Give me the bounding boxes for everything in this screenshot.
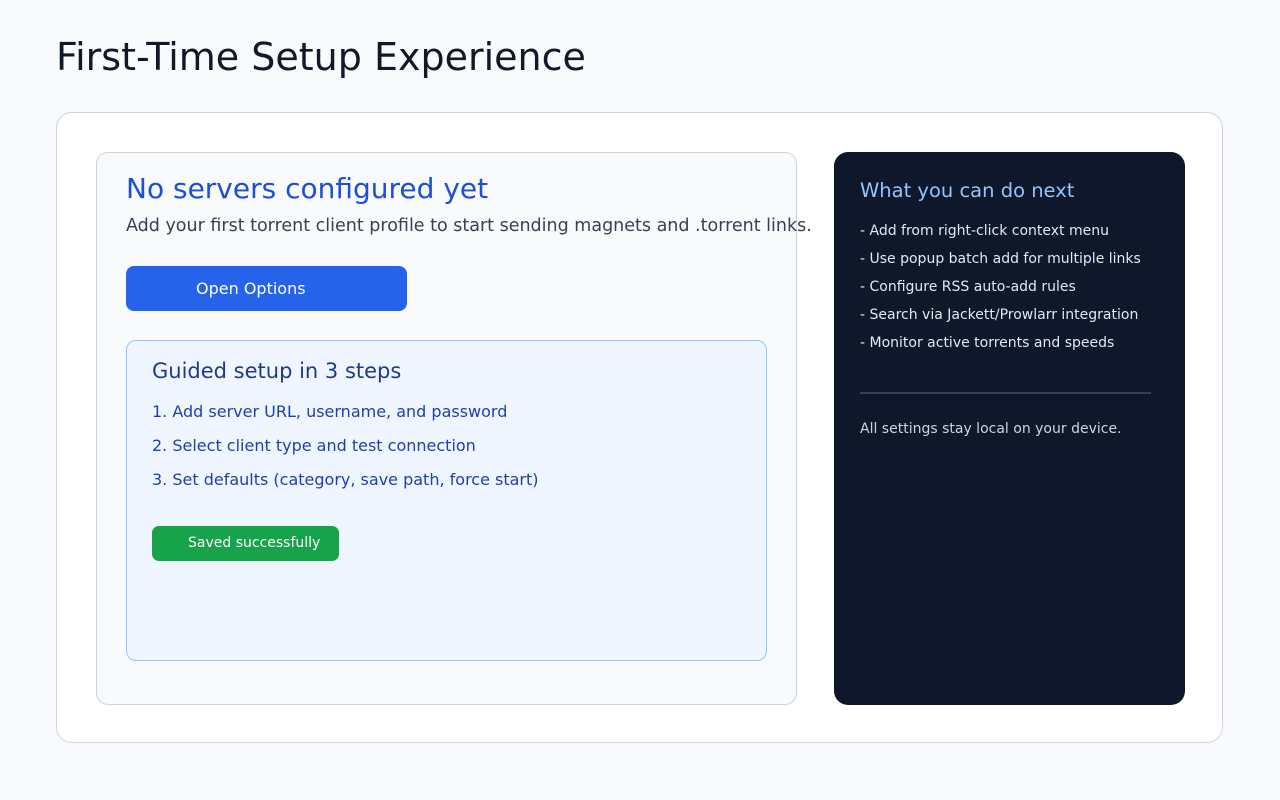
- setup-step-2: 2. Select client type and test connectio…: [152, 436, 476, 455]
- guided-setup-title: Guided setup in 3 steps: [152, 359, 402, 383]
- page-title: First-Time Setup Experience: [56, 35, 586, 79]
- next-step-item: - Add from right-click context menu: [860, 223, 1109, 239]
- setup-step-3: 3. Set defaults (category, save path, fo…: [152, 470, 539, 489]
- next-step-item: - Use popup batch add for multiple links: [860, 251, 1141, 267]
- setup-step-1: 1. Add server URL, username, and passwor…: [152, 402, 508, 421]
- next-step-item: - Configure RSS auto-add rules: [860, 279, 1076, 295]
- next-step-item: - Monitor active torrents and speeds: [860, 335, 1115, 351]
- guided-setup-box: [126, 340, 767, 661]
- privacy-note: All settings stay local on your device.: [860, 421, 1122, 437]
- open-options-button[interactable]: Open Options: [126, 266, 407, 311]
- next-steps-title: What you can do next: [860, 179, 1075, 202]
- empty-state-description: Add your first torrent client profile to…: [126, 216, 812, 236]
- divider: [860, 392, 1151, 394]
- saved-status-badge: Saved successfully: [152, 526, 339, 561]
- next-step-item: - Search via Jackett/Prowlarr integratio…: [860, 307, 1139, 323]
- empty-state-title: No servers configured yet: [126, 172, 489, 205]
